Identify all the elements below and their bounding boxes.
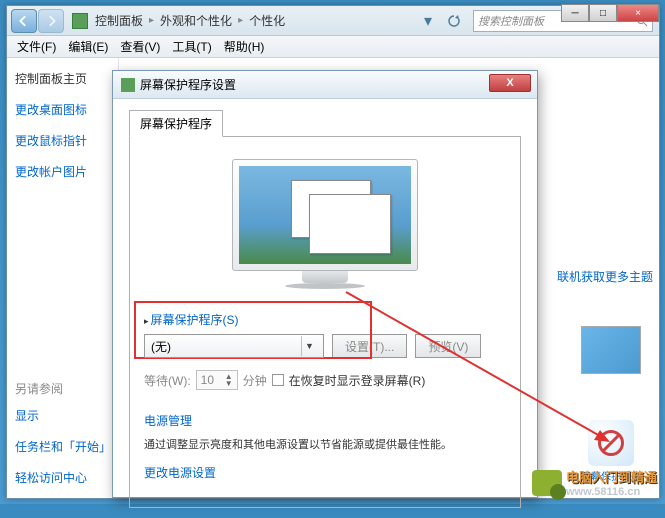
tab-screensaver[interactable]: 屏幕保护程序 bbox=[129, 110, 223, 137]
watermark-text: 电脑入门到精通 bbox=[566, 467, 657, 486]
see-also-title: 另请参阅 bbox=[15, 380, 110, 397]
resume-checkbox[interactable] bbox=[272, 374, 284, 386]
refresh-icon[interactable] bbox=[443, 10, 465, 32]
menu-help[interactable]: 帮助(H) bbox=[218, 36, 271, 57]
wait-unit: 分钟 bbox=[243, 372, 267, 389]
wait-spinner[interactable]: 10 ▲▼ bbox=[196, 370, 238, 390]
dropdown-value: (无) bbox=[151, 338, 171, 355]
sidebar-link-icons[interactable]: 更改桌面图标 bbox=[15, 101, 110, 118]
search-placeholder: 搜索控制面板 bbox=[478, 13, 544, 29]
change-power-link[interactable]: 更改电源设置 bbox=[144, 466, 216, 480]
dropdown-arrow-icon[interactable]: ▾ bbox=[417, 10, 439, 32]
wait-label: 等待(W): bbox=[144, 372, 191, 389]
breadcrumb-item[interactable]: 外观和个性化 bbox=[160, 12, 232, 29]
sidebar-link-ease[interactable]: 轻松访问中心 bbox=[15, 469, 110, 486]
menu-file[interactable]: 文件(F) bbox=[11, 36, 62, 57]
menu-view[interactable]: 查看(V) bbox=[114, 36, 166, 57]
preview-button[interactable]: 预览(V) bbox=[415, 334, 481, 358]
minimize-button[interactable]: ─ bbox=[561, 4, 589, 22]
screensaver-section-label: ▸屏幕保护程序(S) bbox=[144, 311, 506, 328]
window-controls: ─ □ × bbox=[561, 4, 659, 22]
screensaver-dropdown[interactable]: (无) ▼ bbox=[144, 334, 324, 358]
sidebar-link-taskbar[interactable]: 任务栏和「开始」 bbox=[15, 438, 110, 455]
wait-value: 10 bbox=[201, 373, 214, 387]
dialog-titlebar: 屏幕保护程序设置 X bbox=[113, 71, 537, 99]
back-button[interactable] bbox=[11, 9, 37, 33]
power-section-title: 电源管理 bbox=[144, 412, 506, 429]
dialog-close-button[interactable]: X bbox=[489, 74, 531, 92]
dialog-icon bbox=[121, 78, 135, 92]
sidebar-link-mouse[interactable]: 更改鼠标指针 bbox=[15, 132, 110, 149]
resume-label: 在恢复时显示登录屏幕(R) bbox=[289, 372, 426, 389]
theme-thumbnail[interactable] bbox=[581, 326, 641, 374]
breadcrumb-item[interactable]: 个性化 bbox=[249, 12, 285, 29]
menubar: 文件(F) 编辑(E) 查看(V) 工具(T) 帮助(H) bbox=[7, 36, 659, 58]
power-description: 通过调整显示亮度和其他电源设置以节省能源或提供最佳性能。 bbox=[144, 437, 506, 454]
spinner-arrows-icon: ▲▼ bbox=[225, 373, 233, 387]
sidebar-link-display[interactable]: 显示 bbox=[15, 407, 110, 424]
monitor-preview bbox=[232, 159, 418, 287]
menu-tools[interactable]: 工具(T) bbox=[166, 36, 217, 57]
sidebar-link-account[interactable]: 更改帐户图片 bbox=[15, 163, 110, 180]
address-icon bbox=[72, 13, 88, 29]
settings-button[interactable]: 设置(T)... bbox=[332, 334, 407, 358]
screensaver-none-icon bbox=[588, 420, 634, 466]
screensaver-dialog: 屏幕保护程序设置 X 屏幕保护程序 ▸屏幕保护程序(S) bbox=[112, 70, 538, 498]
close-button[interactable]: × bbox=[617, 4, 659, 22]
tab-panel: ▸屏幕保护程序(S) (无) ▼ 设置(T)... 预览(V) 等待(W): 1… bbox=[129, 136, 521, 508]
sidebar-home-link[interactable]: 控制面板主页 bbox=[15, 70, 110, 87]
dialog-body: 屏幕保护程序 ▸屏幕保护程序(S) (无) bbox=[113, 99, 537, 518]
forward-button[interactable] bbox=[38, 9, 64, 33]
breadcrumb[interactable]: 控制面板▸ 外观和个性化▸ 个性化 bbox=[92, 12, 415, 29]
maximize-button[interactable]: □ bbox=[589, 4, 617, 22]
watermark-url: www.58116.cn bbox=[566, 486, 657, 498]
online-themes-link[interactable]: 联机获取更多主题 bbox=[557, 270, 653, 284]
breadcrumb-item[interactable]: 控制面板 bbox=[95, 12, 143, 29]
menu-edit[interactable]: 编辑(E) bbox=[62, 36, 114, 57]
chevron-down-icon: ▼ bbox=[301, 336, 317, 356]
watermark-icon bbox=[532, 470, 562, 496]
watermark: 电脑入门到精通 www.58116.cn bbox=[532, 467, 657, 498]
dialog-title: 屏幕保护程序设置 bbox=[140, 76, 236, 93]
sidebar: 控制面板主页 更改桌面图标 更改鼠标指针 更改帐户图片 另请参阅 显示 任务栏和… bbox=[7, 58, 119, 498]
